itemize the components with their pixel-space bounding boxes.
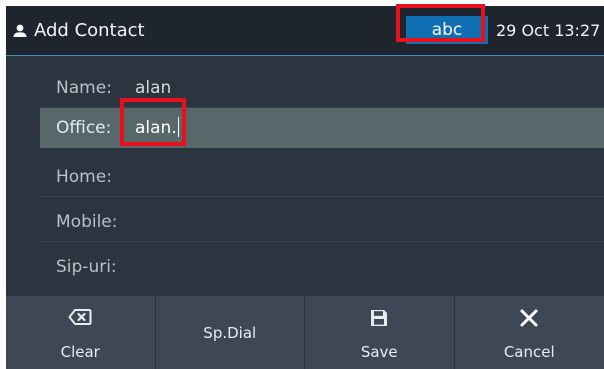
speed-dial-button[interactable]: Sp.Dial: [156, 296, 305, 369]
field-label: Mobile:: [56, 212, 118, 232]
softkey-label: Clear: [60, 343, 100, 361]
field-label: Office:: [56, 118, 112, 138]
home-field[interactable]: Home:: [40, 157, 604, 197]
header-bar: Add Contact abc 29 Oct 13:27: [6, 6, 604, 56]
softkey-label: Sp.Dial: [203, 324, 257, 342]
field-value: alan: [135, 78, 172, 98]
cancel-button[interactable]: Cancel: [455, 296, 604, 369]
save-button[interactable]: Save: [305, 296, 455, 369]
backspace-icon: [68, 309, 92, 325]
sip-uri-field[interactable]: Sip-uri:: [40, 247, 604, 287]
softkey-bar: Clear Sp.Dial Save Cancel: [6, 296, 604, 369]
clear-button[interactable]: Clear: [6, 296, 156, 369]
softkey-label: Save: [360, 343, 398, 361]
field-label: Name:: [56, 78, 112, 98]
user-icon: [13, 24, 27, 37]
highlight-box-office-value: [120, 98, 186, 146]
phone-screen: Add Contact abc 29 Oct 13:27 Name: alan …: [6, 6, 604, 369]
save-icon: [371, 310, 388, 326]
softkey-label: Cancel: [503, 343, 555, 361]
date-time: 29 Oct 13:27: [496, 21, 601, 40]
field-label: Sip-uri:: [56, 257, 117, 277]
close-icon: [520, 309, 538, 327]
highlight-box-input-mode: [396, 4, 485, 42]
page-title: Add Contact: [34, 20, 145, 41]
mobile-field[interactable]: Mobile:: [40, 202, 604, 242]
field-label: Home:: [56, 167, 112, 187]
